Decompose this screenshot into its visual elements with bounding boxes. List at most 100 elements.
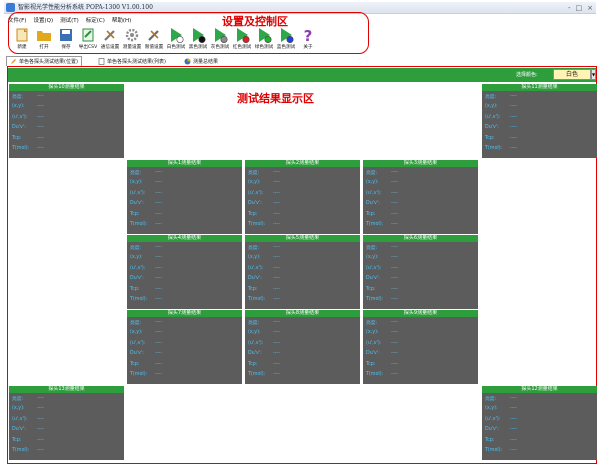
probe-panel-row: (x,y): ---- — [363, 178, 478, 189]
probe-row-label: 亮度: — [130, 170, 142, 176]
menu-test[interactable]: 测试(T) — [60, 16, 79, 26]
probe-panel-row: (x,y): ---- — [482, 404, 597, 415]
probe-panel-row: Tcp: ---- — [363, 359, 478, 370]
toolbar-button-0[interactable]: 新建 — [11, 26, 33, 54]
color-select-dropdown[interactable]: 白色 — [553, 69, 591, 80]
tab-total-results[interactable]: 测量总结果 — [184, 56, 218, 66]
probe-panel-row: 亮度: ---- — [245, 242, 360, 253]
probe-row-value: ---- — [273, 297, 280, 303]
probe-panel-row: Tcp: ---- — [127, 359, 242, 370]
probe-row-label: Du'v': — [366, 351, 380, 357]
probe-panel-row: T(mol): ---- — [482, 144, 597, 155]
probe-panel-row: T(mol): ---- — [363, 220, 478, 231]
probe-row-label: (u',v'): — [248, 265, 264, 271]
probe-row-label: (u',v'): — [485, 416, 501, 422]
toolbar-button-label: 绿色测试 — [254, 45, 274, 50]
probe-row-value: ---- — [273, 222, 280, 228]
probe-panel-row: T(mol): ---- — [127, 295, 242, 306]
probe-row-label: Tcp: — [485, 437, 495, 443]
minimize-button[interactable]: - — [568, 2, 571, 14]
probe-row-value: ---- — [273, 351, 280, 357]
toolbar-button-13[interactable]: ? 关于 — [297, 26, 319, 54]
ruler-tools-icon — [144, 26, 164, 44]
probe-row-label: Tcp: — [366, 286, 376, 292]
toolbar-button-4[interactable]: 通信设置 — [99, 26, 121, 54]
probe-row-value: ---- — [510, 135, 517, 141]
probe-row-value: ---- — [273, 330, 280, 336]
play-white-icon — [166, 26, 186, 44]
probe-panel-row: T(mol): ---- — [245, 295, 360, 306]
toolbar-button-label: 灰色测试 — [210, 45, 230, 50]
probe-row-value: ---- — [155, 201, 162, 207]
probe-row-label: T(mol): — [12, 448, 30, 454]
probe-row-label: (u',v'): — [366, 190, 382, 196]
probe-panel-row: 亮度: ---- — [482, 91, 597, 102]
probe-panel-row: T(mol): ---- — [482, 446, 597, 457]
probe-row-label: Du'v': — [248, 201, 262, 207]
probe-row-value: ---- — [273, 190, 280, 196]
toolbar-button-3[interactable]: 导出CSV — [77, 26, 99, 54]
probe-panel-row: (u',v'): ---- — [482, 414, 597, 425]
probe-panel-title: 探头11测量结果 — [482, 84, 597, 91]
tab-position-results[interactable]: 单色各探头测试结果(位置) — [6, 56, 82, 66]
probe-row-label: (x,y): — [485, 406, 498, 412]
probe-row-label: 亮度: — [485, 396, 497, 402]
toolbar-button-9[interactable]: 灰色测试 — [209, 26, 231, 54]
maximize-button[interactable]: □ — [576, 2, 583, 14]
tab-label: 测量总结果 — [193, 58, 219, 65]
probe-row-label: T(mol): — [130, 222, 148, 228]
probe-row-label: T(mol): — [366, 372, 384, 378]
toolbar-button-12[interactable]: 蓝色测试 — [275, 26, 297, 54]
tab-list-results[interactable]: 单色各探头测试结果(列表) — [98, 56, 166, 66]
probe-row-value: ---- — [155, 244, 162, 250]
toolbar-button-5[interactable]: 测量设置 — [121, 26, 143, 54]
toolbar-button-7[interactable]: 白色测试 — [165, 26, 187, 54]
probe-row-value: ---- — [37, 125, 44, 131]
menu-settings[interactable]: 设置(Q) — [33, 16, 53, 26]
toolbar-button-1[interactable]: 打开 — [33, 26, 55, 54]
probe-row-value: ---- — [155, 180, 162, 186]
probe-panel-row: Tcp: ---- — [482, 435, 597, 446]
probe-panel-row: Tcp: ---- — [245, 284, 360, 295]
probe-panel-row: (u',v'): ---- — [127, 263, 242, 274]
toolbar-button-label: 蓝色测试 — [276, 45, 296, 50]
probe-row-value: ---- — [155, 276, 162, 282]
probe-result-panel: 探头4测量结果 亮度: ---- (x,y): ---- (u',v'): ---- Du'v… — [127, 235, 242, 309]
probe-panel-row: 亮度: ---- — [127, 167, 242, 178]
probe-panel-row: T(mol): ---- — [127, 370, 242, 381]
new-file-icon — [12, 26, 32, 44]
menu-calibrate[interactable]: 标定(C) — [86, 16, 105, 26]
menu-help[interactable]: 帮助(H) — [112, 16, 131, 26]
probe-panel-row: 亮度: ---- — [9, 393, 124, 404]
probe-panel-row: (x,y): ---- — [127, 253, 242, 264]
close-button[interactable]: × — [587, 2, 593, 14]
toolbar-button-11[interactable]: 绿色测试 — [253, 26, 275, 54]
probe-panel-row: Du'v': ---- — [363, 199, 478, 210]
probe-panel-row: Tcp: ---- — [127, 284, 242, 295]
menu-bar: 文件(F) 设置(Q) 测试(T) 标定(C) 帮助(H) — [8, 16, 131, 26]
probe-panel-row: Tcp: ---- — [482, 133, 597, 144]
toolbar-button-8[interactable]: 黑色测试 — [187, 26, 209, 54]
probe-row-value: ---- — [391, 319, 398, 325]
toolbar-button-2[interactable]: 保存 — [55, 26, 77, 54]
probe-row-value: ---- — [391, 372, 398, 378]
menu-file[interactable]: 文件(F) — [8, 16, 26, 26]
toolbar-button-10[interactable]: 红色测试 — [231, 26, 253, 54]
probe-result-panel: 探头10测量结果 亮度: ---- (x,y): ---- (u',v'): ---- Du'… — [9, 84, 124, 158]
probe-result-panel: 探头3测量结果 亮度: ---- (x,y): ---- (u',v'): ---- Du'v… — [363, 160, 478, 234]
probe-panel-row: 亮度: ---- — [245, 317, 360, 328]
probe-row-value: ---- — [273, 211, 280, 217]
probe-panel-row: (u',v'): ---- — [245, 188, 360, 199]
probe-row-label: 亮度: — [12, 94, 24, 100]
gear-settings-icon — [122, 26, 142, 44]
probe-row-value: ---- — [391, 297, 398, 303]
toolbar-button-label: 打开 — [39, 45, 49, 50]
toolbar-button-6[interactable]: 限值设置 — [143, 26, 165, 54]
play-black-icon — [188, 26, 208, 44]
probe-row-value: ---- — [37, 135, 44, 141]
probe-row-value: ---- — [37, 114, 44, 120]
toolbar-button-label: 测量设置 — [122, 45, 142, 50]
chevron-down-icon[interactable]: ▼ — [591, 69, 596, 80]
probe-result-panel: 探头2测量结果 亮度: ---- (x,y): ---- (u',v'): ---- Du'v… — [245, 160, 360, 234]
probe-row-value: ---- — [391, 351, 398, 357]
